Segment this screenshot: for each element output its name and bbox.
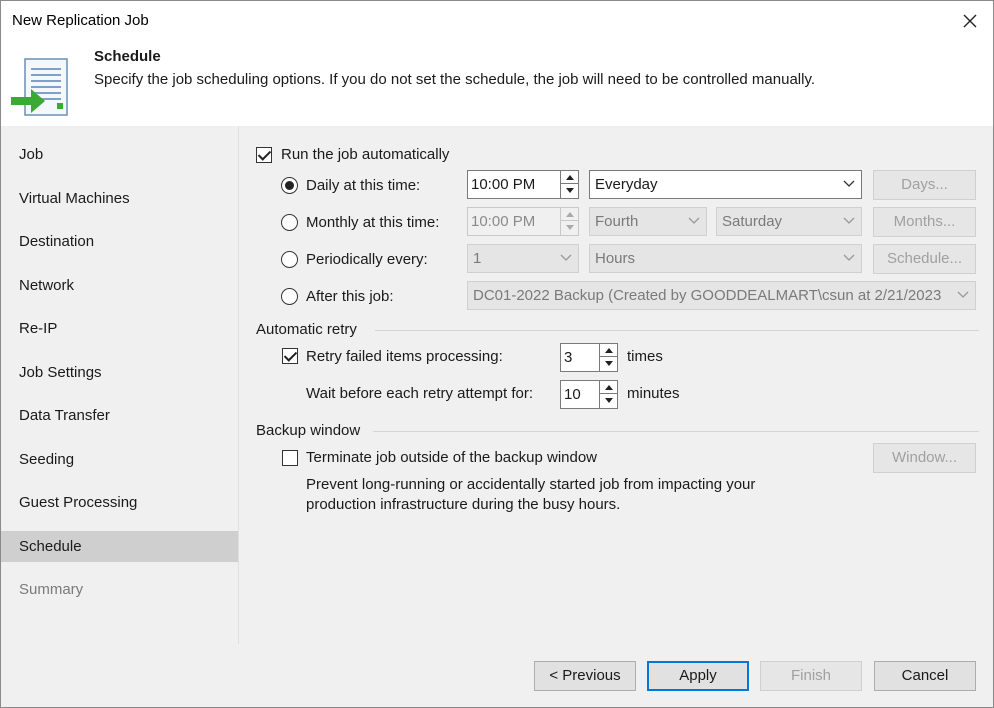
after-job-radio[interactable] — [281, 288, 298, 305]
close-icon — [963, 14, 977, 28]
spin-down-icon — [604, 398, 613, 403]
retry-count-spinner[interactable] — [599, 344, 617, 371]
monthly-day-value: Saturday — [722, 213, 783, 230]
minutes-label: minutes — [627, 385, 680, 402]
sidebar-item-re-ip[interactable]: Re-IP — [1, 313, 238, 344]
daily-frequency-value: Everyday — [595, 176, 658, 193]
sidebar-item-virtual-machines[interactable]: Virtual Machines — [1, 183, 238, 214]
backup-window-group-label: Backup window — [256, 422, 361, 439]
spin-down-icon — [565, 188, 574, 193]
run-automatically-label: Run the job automatically — [281, 146, 450, 163]
wait-minutes-spinner[interactable] — [599, 381, 617, 408]
backup-window-description-line1: Prevent long-running or accidentally sta… — [306, 476, 756, 493]
periodically-label: Periodically every: — [306, 251, 428, 268]
chevron-down-icon — [843, 254, 855, 261]
monthly-time-field[interactable]: 10:00 PM — [467, 207, 579, 236]
chevron-down-icon — [560, 254, 572, 261]
wizard-steps-sidebar: Job Virtual Machines Destination Network… — [1, 126, 239, 644]
wait-retry-label: Wait before each retry attempt for: — [306, 385, 534, 402]
periodic-unit-select[interactable]: Hours — [589, 244, 862, 273]
dialog-window: New Replication Job Schedule Specify the… — [0, 0, 994, 708]
monthly-time-spinner[interactable] — [560, 208, 578, 235]
months-button[interactable]: Months... — [873, 207, 976, 237]
window-button[interactable]: Window... — [873, 443, 976, 473]
after-job-label: After this job: — [306, 288, 394, 305]
daily-label: Daily at this time: — [306, 177, 421, 194]
window-title: New Replication Job — [12, 12, 149, 29]
retry-count-value: 3 — [564, 349, 573, 366]
cancel-button[interactable]: Cancel — [874, 661, 976, 691]
spin-up-icon — [565, 174, 574, 180]
daily-radio[interactable] — [281, 177, 298, 194]
retry-failed-checkbox[interactable] — [282, 348, 298, 364]
sidebar-item-seeding[interactable]: Seeding — [1, 444, 238, 475]
apply-button[interactable]: Apply — [647, 661, 749, 691]
periodically-radio[interactable] — [281, 251, 298, 268]
spin-down-icon — [565, 225, 574, 230]
schedule-panel: Run the job automatically Daily at this … — [239, 126, 993, 644]
schedule-document-icon — [11, 58, 68, 116]
after-job-value: DC01-2022 Backup (Created by GOODDEALMAR… — [473, 287, 942, 304]
monthly-day-select[interactable]: Saturday — [716, 207, 862, 236]
retry-failed-label: Retry failed items processing: — [306, 348, 503, 365]
daily-time-spinner[interactable] — [560, 171, 578, 198]
sidebar-item-guest-processing[interactable]: Guest Processing — [1, 487, 238, 518]
finish-button[interactable]: Finish — [760, 661, 862, 691]
days-button[interactable]: Days... — [873, 170, 976, 200]
chevron-down-icon — [843, 217, 855, 224]
close-button[interactable] — [955, 7, 985, 35]
run-automatically-checkbox[interactable] — [256, 147, 272, 163]
page-title: Schedule — [94, 48, 161, 65]
monthly-week-value: Fourth — [595, 213, 639, 230]
sidebar-item-data-transfer[interactable]: Data Transfer — [1, 400, 238, 431]
monthly-week-select[interactable]: Fourth — [589, 207, 707, 236]
divider — [373, 431, 979, 432]
terminate-job-checkbox[interactable] — [282, 450, 298, 466]
daily-time-field[interactable]: 10:00 PM — [467, 170, 579, 199]
chevron-down-icon — [688, 217, 700, 224]
spin-up-icon — [604, 347, 613, 353]
page-description: Specify the job scheduling options. If y… — [94, 71, 816, 88]
daily-time-value: 10:00 PM — [471, 176, 536, 193]
sidebar-item-network[interactable]: Network — [1, 270, 238, 301]
chevron-down-icon — [957, 290, 969, 300]
wizard-header: Schedule Specify the job scheduling opti… — [1, 41, 993, 126]
periodic-interval-select[interactable]: 1 — [467, 244, 579, 273]
sidebar-item-schedule[interactable]: Schedule — [1, 531, 238, 562]
monthly-radio[interactable] — [281, 214, 298, 231]
monthly-label: Monthly at this time: — [306, 214, 440, 231]
spin-up-icon — [565, 211, 574, 217]
divider — [375, 330, 979, 331]
title-bar: New Replication Job — [1, 1, 993, 41]
sidebar-item-job[interactable]: Job — [1, 139, 238, 170]
after-job-select[interactable]: DC01-2022 Backup (Created by GOODDEALMAR… — [467, 281, 976, 310]
wizard-footer: < Previous Apply Finish Cancel — [1, 644, 993, 707]
retry-count-field[interactable]: 3 — [560, 343, 618, 372]
times-label: times — [627, 348, 663, 365]
monthly-time-value: 10:00 PM — [471, 213, 536, 230]
sidebar-item-job-settings[interactable]: Job Settings — [1, 357, 238, 388]
sidebar-item-summary: Summary — [19, 581, 84, 598]
periodic-unit-value: Hours — [595, 250, 636, 267]
automatic-retry-group-label: Automatic retry — [256, 321, 357, 338]
spin-up-icon — [604, 384, 613, 390]
spin-down-icon — [604, 361, 613, 366]
wait-minutes-value: 10 — [564, 386, 581, 403]
chevron-down-icon — [843, 180, 855, 187]
wait-minutes-field[interactable]: 10 — [560, 380, 618, 409]
periodic-interval-value: 1 — [473, 250, 482, 267]
previous-button[interactable]: < Previous — [534, 661, 636, 691]
backup-window-description-line2: production infrastructure during the bus… — [306, 496, 621, 513]
sidebar-item-destination[interactable]: Destination — [1, 226, 238, 257]
daily-frequency-select[interactable]: Everyday — [589, 170, 862, 199]
schedule-button[interactable]: Schedule... — [873, 244, 976, 274]
terminate-job-label: Terminate job outside of the backup wind… — [306, 449, 598, 466]
